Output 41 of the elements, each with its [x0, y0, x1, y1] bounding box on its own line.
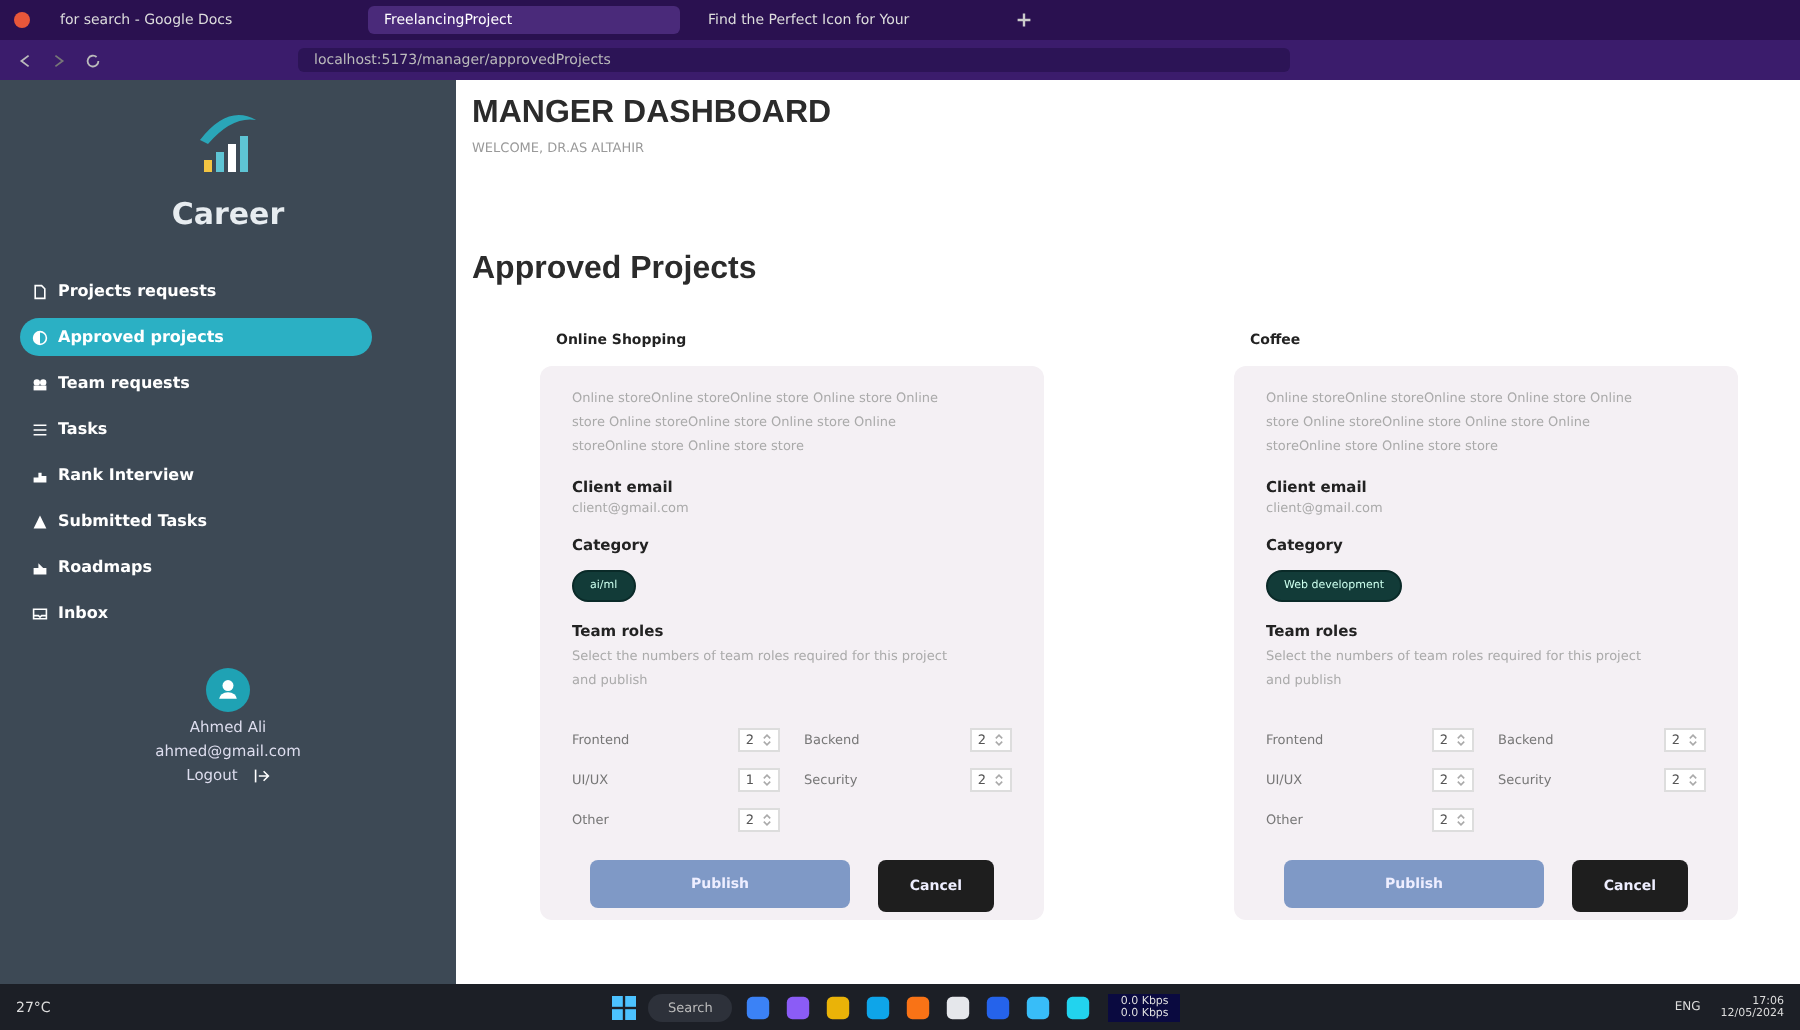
sidebar-item[interactable]: Projects requests: [20, 272, 372, 310]
spinner-icon[interactable]: [762, 772, 772, 788]
spinner-icon[interactable]: [1456, 772, 1466, 788]
sidebar-item[interactable]: Inbox: [20, 594, 372, 632]
avatar-icon: [206, 668, 250, 712]
page-title: MANGER DASHBOARD: [472, 96, 834, 132]
app-icon[interactable]: [944, 993, 973, 1021]
sidebar-item[interactable]: Roadmaps: [20, 548, 372, 586]
logout-icon[interactable]: [253, 767, 270, 783]
half-circle-icon: [32, 329, 48, 345]
document-icon: [32, 283, 48, 299]
podium-icon: [32, 467, 48, 483]
sidebar-item[interactable]: Submitted Tasks: [20, 502, 372, 540]
app-icon[interactable]: [864, 993, 893, 1021]
sidebar-item[interactable]: Tasks: [20, 410, 372, 448]
app-icon[interactable]: [1024, 993, 1053, 1021]
sidebar-item[interactable]: Team requests: [20, 364, 372, 402]
browser-logo-icon: [12, 10, 32, 30]
windows-icon[interactable]: [612, 995, 636, 1019]
app-icon[interactable]: [1064, 993, 1093, 1021]
app-icon[interactable]: [904, 993, 933, 1021]
spinner-icon[interactable]: [762, 812, 772, 828]
spinner-icon[interactable]: [1688, 772, 1698, 788]
spinner-icon[interactable]: [762, 732, 772, 748]
forward-icon[interactable]: [50, 51, 68, 69]
spinner-icon[interactable]: [994, 732, 1004, 748]
back-icon[interactable]: [16, 51, 34, 69]
group-icon: [32, 375, 48, 391]
list-icon: [32, 421, 48, 437]
spinner-icon[interactable]: [1456, 812, 1466, 828]
spinner-icon[interactable]: [1688, 732, 1698, 748]
app-icon[interactable]: [824, 993, 853, 1021]
spinner-icon[interactable]: [994, 772, 1004, 788]
spinner-icon[interactable]: [1456, 732, 1466, 748]
section-title: Approved Projects: [472, 252, 759, 288]
tray-icon: [32, 605, 48, 621]
new-tab-icon[interactable]: [1016, 12, 1032, 28]
sidebar-item[interactable]: Rank Interview: [20, 456, 372, 494]
reload-icon[interactable]: [84, 51, 102, 69]
triangle-icon: [32, 513, 48, 529]
brand-name: Career: [171, 196, 285, 232]
